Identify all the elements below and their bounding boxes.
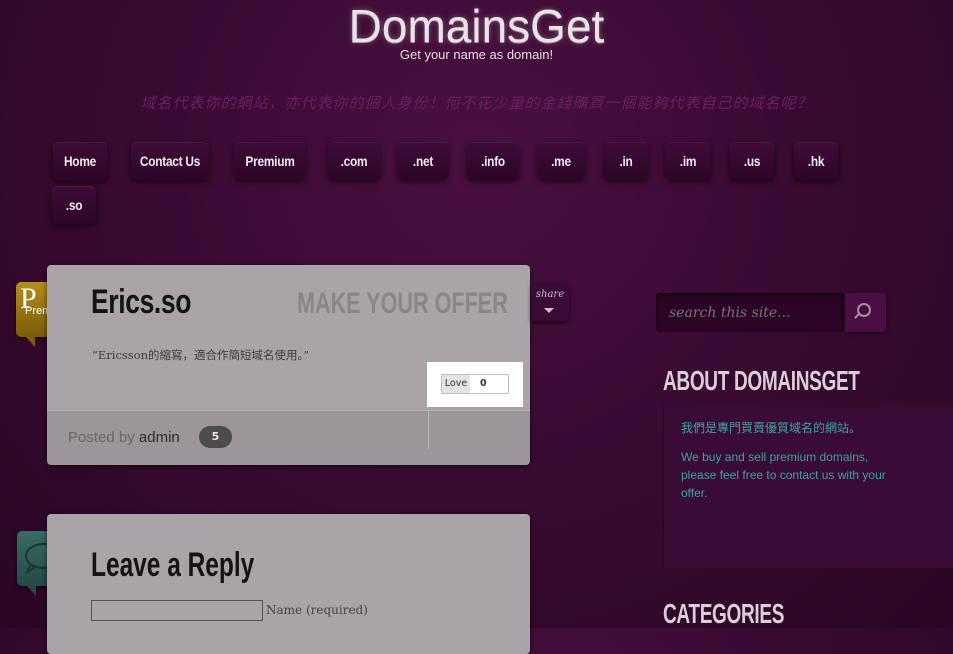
name-field-label: Name (required) [266, 603, 368, 617]
post-author-link[interactable]: admin [139, 429, 180, 446]
nav-item-contact-us[interactable]: Contact Us [130, 142, 210, 180]
nav-item-home[interactable]: Home [52, 142, 108, 180]
footer-divider [428, 411, 429, 449]
share-button[interactable]: share [531, 284, 569, 321]
share-label: share [535, 289, 565, 300]
about-text-cn: 我們是專門買賣優質域名的網站。 [681, 421, 862, 435]
nav-item-premium[interactable]: Premium [234, 142, 306, 180]
nav-item-hk[interactable]: .hk [793, 142, 839, 180]
nav-item-me[interactable]: .me [537, 142, 585, 180]
comment-count-badge[interactable]: 5 [199, 426, 232, 448]
post-footer: Posted by admin 5 [47, 410, 530, 465]
reply-section: Leave a Reply Name (required) [47, 514, 530, 654]
site-tagline: Get your name as domain! [399, 47, 554, 62]
share-dropdown-icon [544, 308, 554, 313]
site-logo[interactable]: DomainsGet Get your name as domain! [0, 2, 953, 62]
search-input[interactable] [656, 293, 844, 332]
nav-item-so[interactable]: .so [51, 186, 97, 224]
premium-badge-tail [26, 337, 35, 347]
nav-item-in[interactable]: .in [603, 142, 649, 180]
love-button[interactable]: Love 0 [441, 374, 509, 394]
search-button[interactable] [845, 293, 886, 332]
nav-item-us[interactable]: .us [729, 142, 775, 180]
name-field[interactable] [91, 600, 263, 621]
post-title[interactable]: Erics.so [91, 283, 191, 322]
search-icon [857, 303, 871, 317]
comment-badge-tail [27, 586, 36, 596]
site-slogan: 域名代表你的網站，亦代表你的個人身份！何不花少量的金錢購買一個能夠代表自己的域名… [140, 94, 813, 112]
nav-item-com[interactable]: .com [327, 142, 381, 180]
post-meta: Posted by admin [68, 429, 180, 446]
love-count: 0 [480, 378, 487, 389]
make-offer-link[interactable]: MAKE YOUR OFFER [297, 287, 508, 321]
about-widget: 我們是專門買賣優質域名的網站。 We buy and sell premium … [663, 406, 953, 568]
nav-item-info[interactable]: .info [466, 142, 520, 180]
posted-by-label: Posted by [68, 429, 135, 446]
nav-item-im[interactable]: .im [665, 142, 711, 180]
categories-widget-title: CATEGORIES [663, 598, 785, 629]
reply-title: Leave a Reply [91, 546, 255, 584]
site-title[interactable]: DomainsGet [0, 2, 953, 50]
post-card: Erics.so MAKE YOUR OFFER “Ericsson的縮寫，適合… [47, 265, 530, 465]
nav-item-net[interactable]: .net [397, 142, 449, 180]
love-widget: Love 0 [427, 362, 523, 407]
about-widget-title: ABOUT DOMAINSGET [663, 365, 860, 396]
love-label: Love [442, 375, 470, 393]
post-excerpt: “Ericsson的縮寫，適合作簡短域名使用。” [92, 348, 310, 362]
about-text-en: We buy and sell premium domains, please … [681, 450, 886, 500]
search-form [656, 293, 886, 332]
